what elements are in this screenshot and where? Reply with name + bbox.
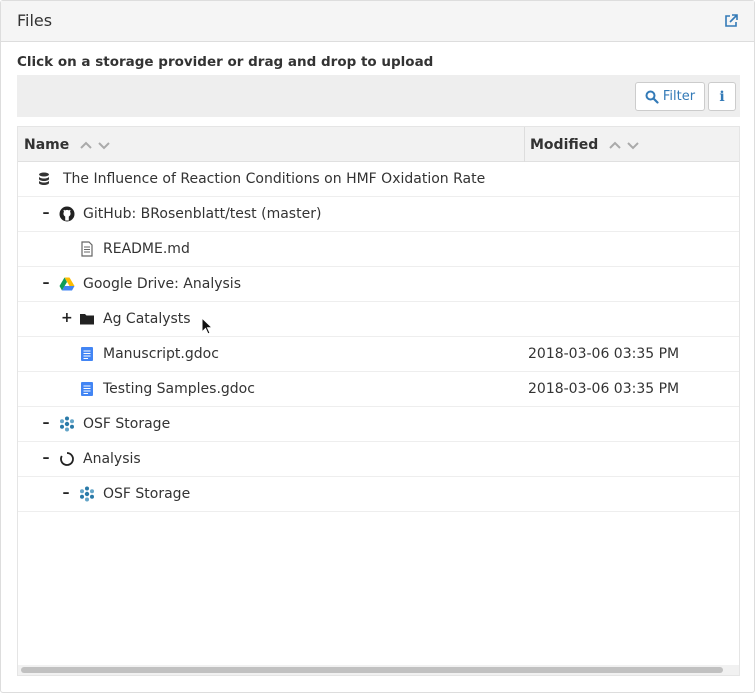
- expand-toggle[interactable]: +: [61, 310, 73, 326]
- file-text-icon: [79, 241, 95, 257]
- tree-row-modified: 2018-03-06 03:35 PM: [528, 346, 680, 362]
- files-panel: Files Click on a storage provider or dra…: [0, 0, 755, 693]
- tree-row-component[interactable]: – Analysis: [18, 442, 739, 477]
- google-drive-icon: [59, 276, 75, 292]
- sort-descending-icon[interactable]: [97, 138, 111, 152]
- info-icon: i: [719, 88, 725, 105]
- tree-row-label: The Influence of Reaction Conditions on …: [63, 171, 486, 187]
- tree-row-file[interactable]: Testing Samples.gdoc 2018-03-06 03:35 PM: [18, 372, 739, 407]
- horizontal-scrollbar[interactable]: [18, 665, 739, 675]
- google-doc-icon: [79, 381, 95, 397]
- collapse-toggle[interactable]: –: [41, 205, 51, 221]
- file-tree-grid: Name Modified The Influence of Reaction …: [17, 126, 740, 676]
- collapse-toggle[interactable]: –: [61, 485, 71, 501]
- tree-row-osf-storage[interactable]: – OSF Storage: [18, 477, 739, 512]
- tree-row-label: OSF Storage: [83, 416, 171, 432]
- tree-row-osf-storage[interactable]: – OSF Storage: [18, 407, 739, 442]
- tree-row-label: README.md: [103, 241, 190, 257]
- search-icon: [645, 90, 659, 104]
- tree-row-label: Testing Samples.gdoc: [103, 381, 255, 397]
- tree-row-label: Analysis: [83, 451, 141, 467]
- tree-row-file[interactable]: README.md: [18, 232, 739, 267]
- osf-storage-icon: [59, 416, 75, 432]
- tree-row-label: Ag Catalysts: [103, 311, 191, 327]
- column-name-label: Name: [24, 136, 70, 153]
- tree-row-label: Manuscript.gdoc: [103, 346, 219, 362]
- modified-sort-controls: [608, 138, 640, 152]
- name-sort-controls: [79, 138, 111, 152]
- panel-title: Files: [17, 11, 53, 30]
- collapse-toggle[interactable]: –: [41, 275, 51, 291]
- tree-row-label: Google Drive: Analysis: [83, 276, 241, 292]
- sort-ascending-icon[interactable]: [608, 138, 622, 152]
- column-modified-label: Modified: [530, 136, 599, 153]
- osf-storage-icon: [79, 486, 95, 502]
- tree-row-google-drive[interactable]: – Google Drive: Analysis: [18, 267, 739, 302]
- column-header-name: Name: [24, 127, 524, 162]
- google-doc-icon: [79, 346, 95, 362]
- tree-row-label: OSF Storage: [103, 486, 191, 502]
- mouse-cursor-icon: [201, 316, 214, 335]
- external-link-icon[interactable]: [724, 13, 740, 29]
- tree-row-modified: 2018-03-06 03:35 PM: [528, 381, 680, 397]
- sort-descending-icon[interactable]: [626, 138, 640, 152]
- collapse-toggle[interactable]: –: [41, 450, 51, 466]
- grid-header: Name Modified: [18, 127, 739, 162]
- panel-header: Files: [1, 1, 754, 42]
- tree-row-file[interactable]: Manuscript.gdoc 2018-03-06 03:35 PM: [18, 337, 739, 372]
- file-toolbar: Filter i: [17, 75, 740, 117]
- tree-row-label: GitHub: BRosenblatt/test (master): [83, 206, 322, 222]
- folder-icon: [79, 311, 95, 327]
- scrollbar-thumb[interactable]: [21, 667, 723, 673]
- tree-row-folder[interactable]: + Ag Catalysts: [18, 302, 739, 337]
- upload-instructions: Click on a storage provider or drag and …: [17, 54, 434, 70]
- column-header-modified: Modified: [524, 127, 739, 162]
- github-icon: [59, 206, 75, 222]
- component-icon: [59, 451, 75, 467]
- filter-label: Filter: [662, 89, 696, 104]
- filter-button[interactable]: Filter: [635, 82, 705, 111]
- tree-row-project[interactable]: The Influence of Reaction Conditions on …: [18, 162, 739, 197]
- collapse-toggle[interactable]: –: [41, 415, 51, 431]
- tree-row-github[interactable]: – GitHub: BRosenblatt/test (master): [18, 197, 739, 232]
- database-icon: [36, 171, 52, 187]
- sort-ascending-icon[interactable]: [79, 138, 93, 152]
- info-button[interactable]: i: [708, 82, 736, 111]
